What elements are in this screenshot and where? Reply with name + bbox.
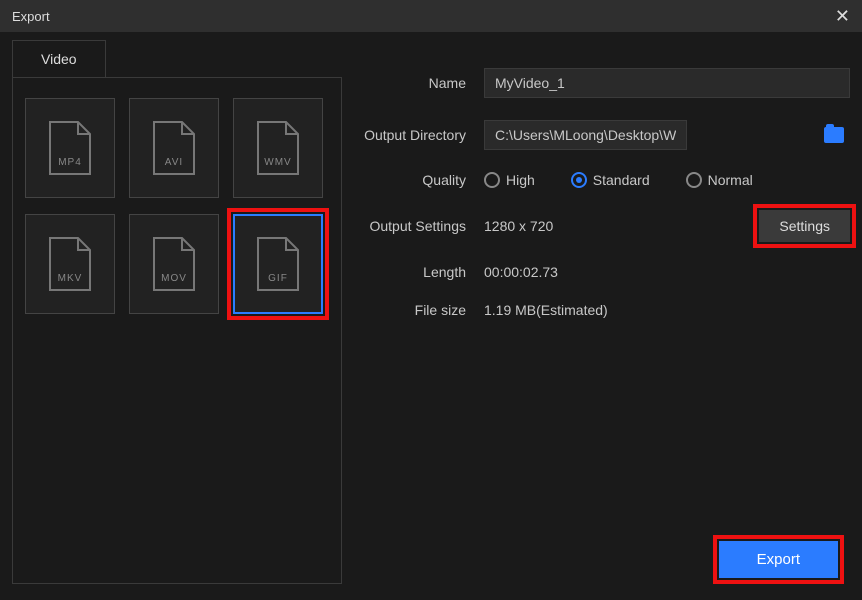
tab-row: Video [12,40,342,77]
name-input[interactable] [484,68,850,98]
file-icon: WMV [254,118,302,178]
format-area: MP4 AVI WMV MKV MOV GIF [12,77,342,584]
output-directory-wrap [484,120,850,150]
format-grid: MP4 AVI WMV MKV MOV GIF [25,98,329,314]
content-area: Video MP4 AVI WMV MKV MOV GIF Name Output Dir… [0,32,862,600]
output-directory-input[interactable] [484,120,687,150]
row-quality: Quality High Standard Normal [354,172,850,188]
format-mp4[interactable]: MP4 [25,98,115,198]
row-name: Name [354,68,850,98]
radio-label: High [506,172,535,188]
folder-icon[interactable] [824,127,844,143]
tab-video[interactable]: Video [12,40,106,77]
left-panel: Video MP4 AVI WMV MKV MOV GIF [12,40,342,584]
output-directory-label: Output Directory [354,127,484,143]
output-settings-label: Output Settings [354,218,484,234]
file-icon: MKV [46,234,94,294]
quality-radio-normal[interactable]: Normal [686,172,753,188]
window-title: Export [12,9,50,24]
row-output-directory: Output Directory [354,120,850,150]
radio-label: Standard [593,172,650,188]
format-avi[interactable]: AVI [129,98,219,198]
format-label: MP4 [46,157,94,168]
filesize-value: 1.19 MB(Estimated) [484,302,608,318]
radio-icon [686,172,702,188]
row-filesize: File size 1.19 MB(Estimated) [354,302,850,318]
length-label: Length [354,264,484,280]
settings-button-wrap: Settings [759,210,850,242]
output-settings-value: 1280 x 720 [484,218,553,234]
row-output-settings: Output Settings 1280 x 720 Settings [354,210,850,242]
format-wmv[interactable]: WMV [233,98,323,198]
filesize-label: File size [354,302,484,318]
name-label: Name [354,75,484,91]
format-mkv[interactable]: MKV [25,214,115,314]
file-icon: GIF [254,234,302,294]
file-icon: MOV [150,234,198,294]
format-label: AVI [150,157,198,168]
quality-label: Quality [354,172,484,188]
format-label: WMV [254,157,302,168]
export-button-wrap: Export [719,541,838,578]
quality-radio-standard[interactable]: Standard [571,172,650,188]
export-button[interactable]: Export [719,541,838,578]
file-icon: AVI [150,118,198,178]
close-icon[interactable]: ✕ [835,6,850,27]
row-length: Length 00:00:02.73 [354,264,850,280]
radio-icon [571,172,587,188]
format-mov[interactable]: MOV [129,214,219,314]
format-gif[interactable]: GIF [233,214,323,314]
file-icon: MP4 [46,118,94,178]
titlebar: Export ✕ [0,0,862,32]
right-panel: Name Output Directory Quality High Standa… [342,40,850,584]
format-label: MOV [150,273,198,284]
radio-label: Normal [708,172,753,188]
quality-radio-group: High Standard Normal [484,172,753,188]
settings-button[interactable]: Settings [759,210,850,242]
radio-icon [484,172,500,188]
format-label: MKV [46,273,94,284]
length-value: 00:00:02.73 [484,264,558,280]
quality-radio-high[interactable]: High [484,172,535,188]
format-label: GIF [254,273,302,284]
export-row: Export [354,541,850,584]
